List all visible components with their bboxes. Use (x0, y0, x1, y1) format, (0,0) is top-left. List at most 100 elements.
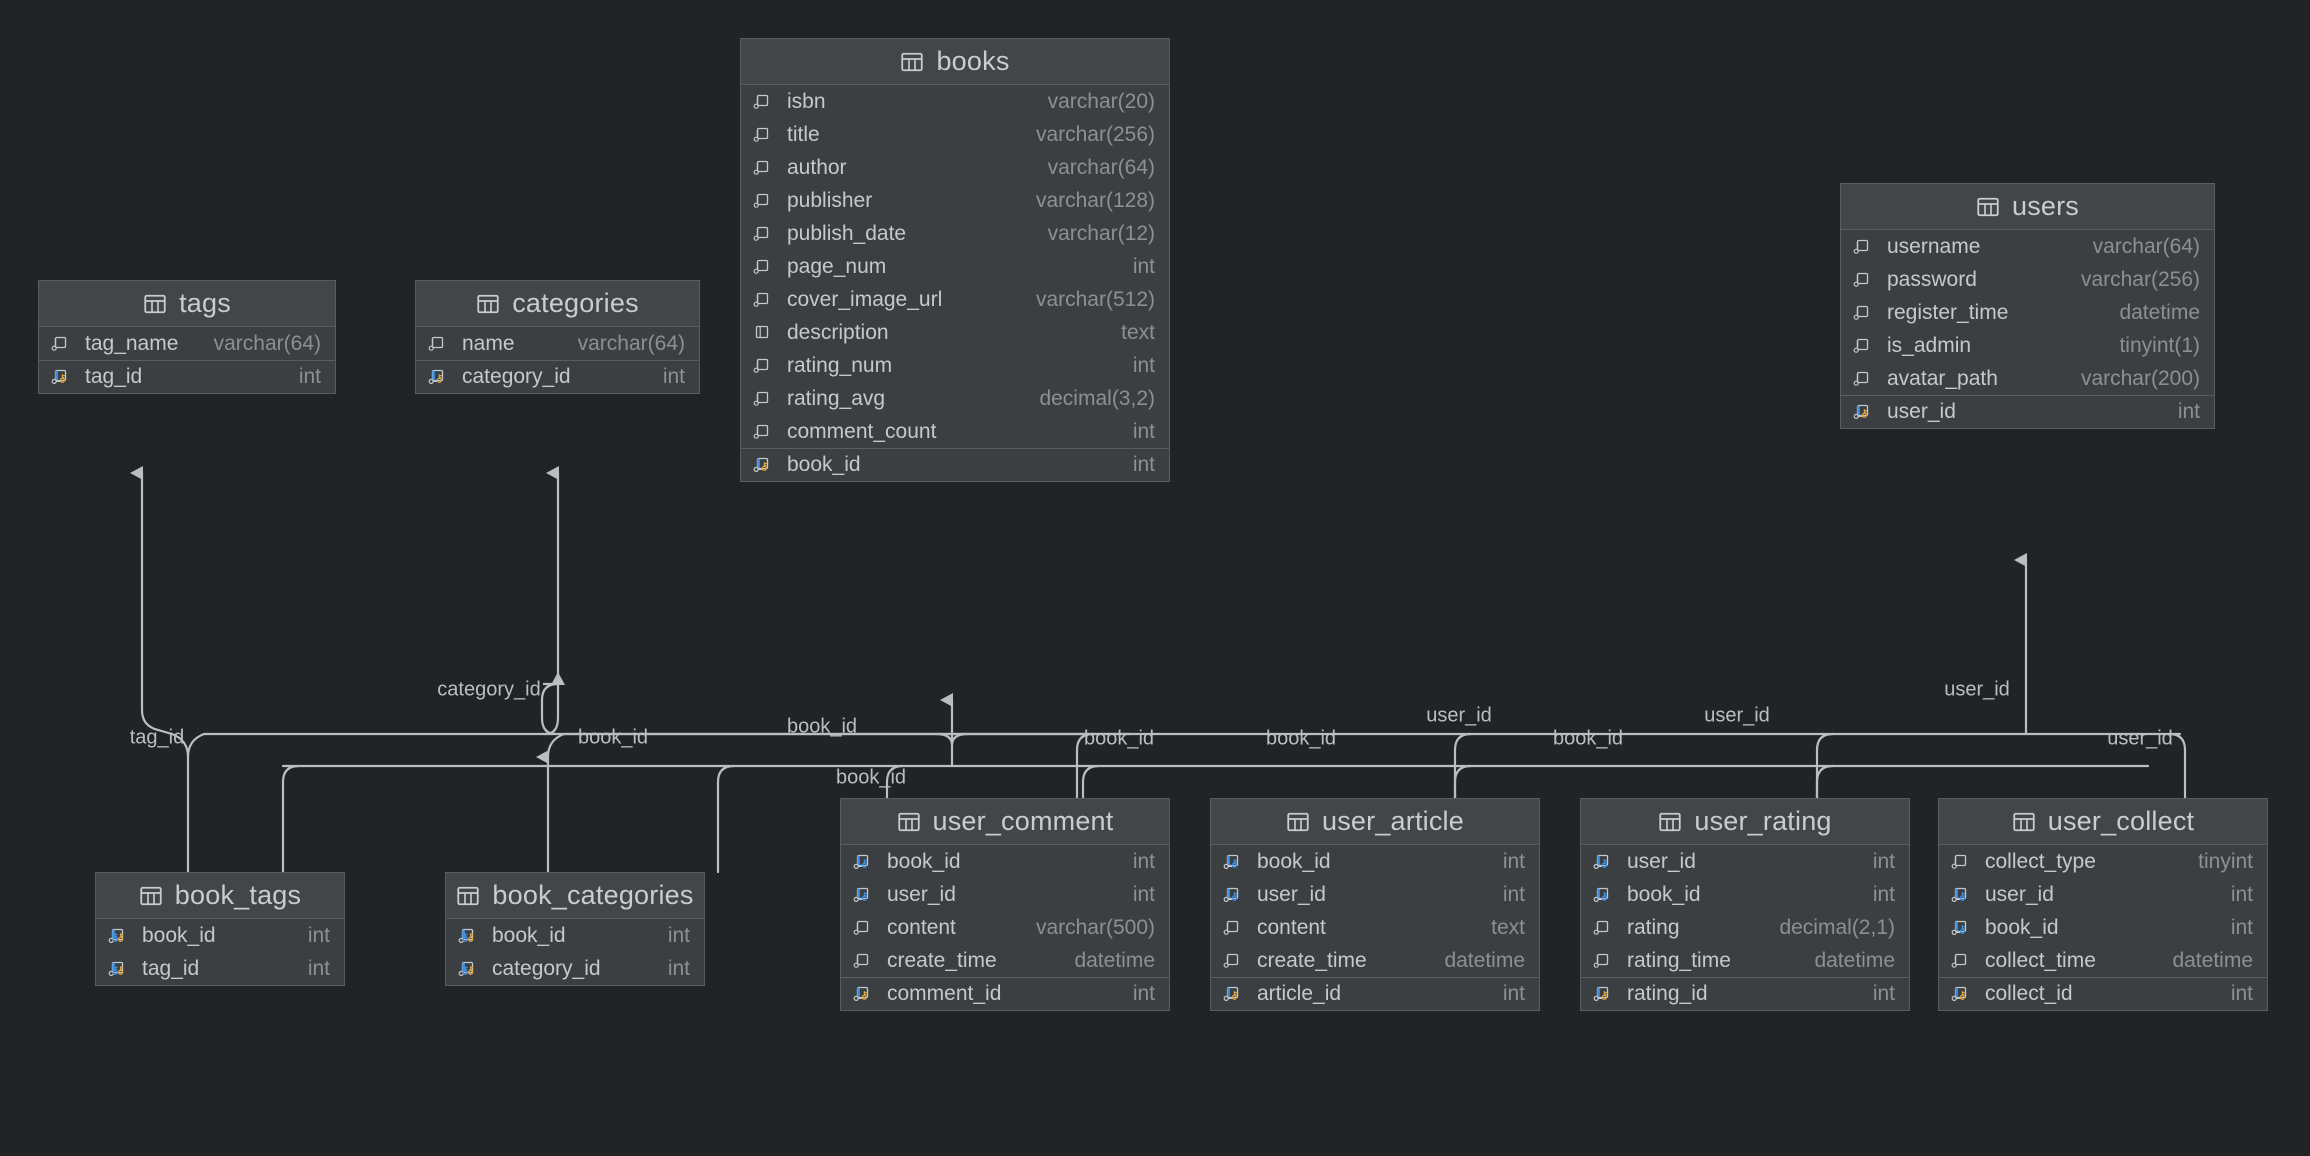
edge-book_categories-category_id-path2 (540, 677, 560, 736)
table-column-row[interactable]: name varchar(64) (416, 327, 699, 360)
table-column-row[interactable]: tag_id int (96, 952, 344, 985)
table-node-users[interactable]: users username varchar(64) password varchar(… (1840, 183, 2215, 429)
column-name: user_id (1627, 849, 1696, 873)
er-diagram-canvas[interactable]: tag_id category_id book_id book_id book_id bo… (0, 0, 2310, 1156)
table-header-user_article[interactable]: user_article (1211, 799, 1539, 845)
table-column-row[interactable]: register_time datetime (1841, 296, 2214, 329)
table-column-row[interactable]: article_id int (1211, 977, 1539, 1010)
table-column-row[interactable]: publish_date varchar(12) (741, 217, 1169, 250)
table-column-row[interactable]: tag_id int (39, 360, 335, 393)
table-column-row[interactable]: category_id int (416, 360, 699, 393)
table-column-row[interactable]: cover_image_url varchar(512) (741, 283, 1169, 316)
table-header-book_categories[interactable]: book_categories (446, 873, 704, 919)
table-column-row[interactable]: create_time datetime (841, 944, 1169, 977)
table-node-user_article[interactable]: user_article book_id int user_id int content t… (1210, 798, 1540, 1011)
table-column-row[interactable]: user_id int (1841, 395, 2214, 428)
column-icon (1223, 917, 1247, 939)
column-type: varchar(20) (1047, 89, 1155, 113)
table-header-books[interactable]: books (741, 39, 1169, 85)
table-title: user_rating (1694, 806, 1832, 836)
column-name: user_id (1257, 882, 1326, 906)
table-column-row[interactable]: is_admin tinyint(1) (1841, 329, 2214, 362)
primary-key-column-icon (1853, 401, 1877, 423)
table-column-row[interactable]: create_time datetime (1211, 944, 1539, 977)
table-column-row[interactable]: book_id int (1581, 878, 1909, 911)
table-header-user_rating[interactable]: user_rating (1581, 799, 1909, 845)
table-header-book_tags[interactable]: book_tags (96, 873, 344, 919)
column-name: avatar_path (1887, 366, 1998, 390)
column-type: int (307, 956, 330, 980)
table-column-row[interactable]: user_id int (1211, 878, 1539, 911)
table-column-row[interactable]: book_id int (1939, 911, 2267, 944)
column-name: user_id (887, 882, 956, 906)
table-node-book_categories[interactable]: book_categories book_id int category_id int (445, 872, 705, 986)
column-type: int (2230, 915, 2253, 939)
edge-label: tag_id (129, 726, 185, 749)
foreign-key-column-icon (1951, 884, 1975, 906)
table-column-row[interactable]: book_id int (96, 919, 344, 952)
table-columns-user_comment: book_id int user_id int content varchar(500) c… (841, 845, 1169, 1010)
table-title: categories (512, 288, 639, 318)
table-column-row[interactable]: isbn varchar(20) (741, 85, 1169, 118)
table-column-row[interactable]: content varchar(500) (841, 911, 1169, 944)
table-column-row[interactable]: content text (1211, 911, 1539, 944)
table-column-row[interactable]: comment_id int (841, 977, 1169, 1010)
table-column-row[interactable]: collect_id int (1939, 977, 2267, 1010)
riser-left-a (934, 732, 954, 747)
table-column-row[interactable]: page_num int (741, 250, 1169, 283)
table-header-tags[interactable]: tags (39, 281, 335, 327)
column-icon (1853, 269, 1877, 291)
table-header-users[interactable]: users (1841, 184, 2214, 230)
table-header-user_comment[interactable]: user_comment (841, 799, 1169, 845)
table-column-row[interactable]: rating_num int (741, 349, 1169, 382)
table-columns-users: username varchar(64) password varchar(256) r… (1841, 230, 2214, 428)
column-type: datetime (2172, 948, 2253, 972)
table-node-books[interactable]: books isbn varchar(20) title varchar(256) aut… (740, 38, 1170, 482)
table-columns-book_categories: book_id int category_id int (446, 919, 704, 985)
table-column-row[interactable]: tag_name varchar(64) (39, 327, 335, 360)
column-icon (1951, 851, 1975, 873)
riser-user_collect-user_id (2167, 732, 2187, 800)
table-column-row[interactable]: user_id int (1939, 878, 2267, 911)
table-column-row[interactable]: book_id int (841, 845, 1169, 878)
table-column-row[interactable]: author varchar(64) (741, 151, 1169, 184)
table-header-user_collect[interactable]: user_collect (1939, 799, 2267, 845)
table-title: user_comment (932, 806, 1114, 836)
table-column-row[interactable]: collect_time datetime (1939, 944, 2267, 977)
table-node-user_rating[interactable]: user_rating user_id int book_id int rating dec… (1580, 798, 1910, 1011)
column-type: int (662, 365, 685, 388)
table-column-row[interactable]: rating_time datetime (1581, 944, 1909, 977)
table-column-row[interactable]: rating_id int (1581, 977, 1909, 1010)
table-column-row[interactable]: rating_avg decimal(3,2) (741, 382, 1169, 415)
table-header-categories[interactable]: categories (416, 281, 699, 327)
table-node-user_collect[interactable]: user_collect collect_type tinyint user_id in… (1938, 798, 2268, 1011)
table-node-categories[interactable]: categories name varchar(64) category_id int (415, 280, 700, 394)
table-column-row[interactable]: rating decimal(2,1) (1581, 911, 1909, 944)
column-icon (753, 223, 777, 245)
table-column-row[interactable]: collect_type tinyint (1939, 845, 2267, 878)
column-type: int (1132, 849, 1155, 873)
column-name: cover_image_url (787, 287, 943, 311)
table-node-book_tags[interactable]: book_tags book_id int tag_id int (95, 872, 345, 986)
table-column-row[interactable]: book_id int (446, 919, 704, 952)
table-column-row[interactable]: username varchar(64) (1841, 230, 2214, 263)
table-title: book_categories (492, 880, 694, 910)
column-type: int (1872, 882, 1895, 906)
table-node-tags[interactable]: tags tag_name varchar(64) tag_id int (38, 280, 336, 394)
column-type: varchar(500) (1035, 915, 1155, 939)
table-column-row[interactable]: description text (741, 316, 1169, 349)
column-type: int (1132, 419, 1155, 443)
table-column-row[interactable]: category_id int (446, 952, 704, 985)
edge-label: book_id (786, 715, 858, 738)
table-column-row[interactable]: book_id int (1211, 845, 1539, 878)
table-column-row[interactable]: avatar_path varchar(200) (1841, 362, 2214, 395)
table-column-row[interactable]: publisher varchar(128) (741, 184, 1169, 217)
table-column-row[interactable]: book_id int (741, 448, 1169, 481)
table-column-row[interactable]: user_id int (841, 878, 1169, 911)
table-node-user_comment[interactable]: user_comment book_id int user_id int content v… (840, 798, 1170, 1011)
table-column-row[interactable]: title varchar(256) (741, 118, 1169, 151)
table-column-row[interactable]: user_id int (1581, 845, 1909, 878)
column-name: comment_count (787, 419, 937, 443)
table-column-row[interactable]: comment_count int (741, 415, 1169, 448)
table-column-row[interactable]: password varchar(256) (1841, 263, 2214, 296)
